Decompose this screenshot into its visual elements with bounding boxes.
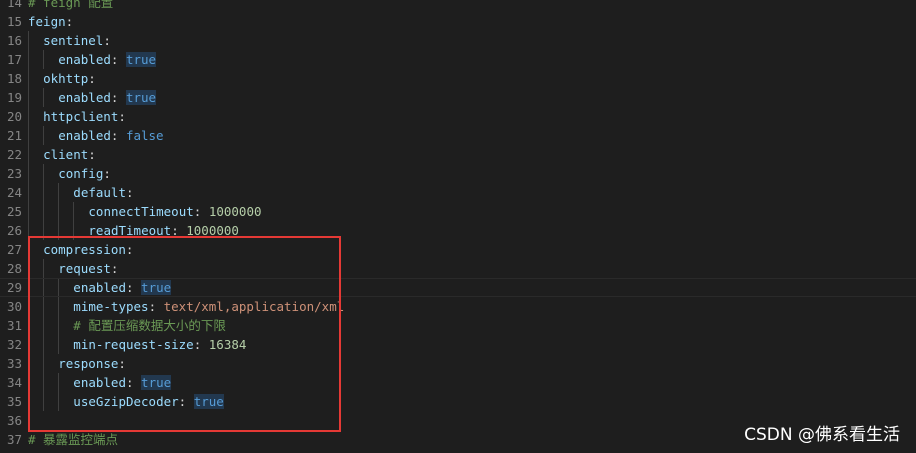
line-number: 29 [6,280,22,295]
code-line[interactable]: 15 feign: [0,12,916,31]
indent-guide [28,164,29,183]
yaml-value: false [125,128,164,143]
line-number: 35 [6,394,22,409]
line-number: 20 [6,109,22,124]
line-number: 25 [6,204,22,219]
indent-guide [28,126,29,145]
colon: : [88,71,96,86]
colon: : [65,14,74,29]
indent-guide [28,183,29,202]
line-number: 15 [6,14,22,29]
line-number: 14 [6,0,22,10]
yaml-key: default [73,185,126,200]
indent-guide [28,202,29,221]
line-number: 16 [6,33,22,48]
indent-guide [28,145,29,164]
colon: : [103,166,111,181]
line-number: 21 [6,128,22,143]
yaml-key: sentinel [43,33,104,48]
colon: : [110,128,126,143]
line-code: httpclient: [28,107,916,126]
line-code: sentinel: [28,31,916,50]
code-line[interactable]: 18 okhttp: [0,69,916,88]
code-line[interactable]: 19 enabled: true [0,88,916,107]
yaml-key: enabled [58,128,111,143]
colon: : [193,204,209,219]
line-code: enabled: false [28,126,916,145]
line-code: enabled: true [28,88,916,107]
line-number: 36 [6,413,22,428]
yaml-key: config [58,166,104,181]
indent-guide [28,88,29,107]
code-line[interactable]: 23 config: [0,164,916,183]
yaml-key: enabled [58,52,111,67]
line-code: # feign 配置 [28,0,916,12]
colon: : [118,109,126,124]
indent-guide [28,69,29,88]
indent-guide [43,50,45,69]
line-number: 24 [6,185,22,200]
yaml-key: client [43,147,89,162]
code-editor[interactable]: 14 # feign 配置 15 feign: 16 sentinel: 17 enabled… [0,0,916,453]
colon: : [103,33,111,48]
line-code: enabled: true [28,50,916,69]
comment-text: # feign 配置 [28,0,114,10]
indent-guide [43,202,45,221]
colon: : [110,52,126,67]
line-code: config: [28,164,916,183]
yaml-key: connectTimeout [88,204,194,219]
yaml-key: feign [28,14,66,29]
indent-guide [43,88,45,107]
line-number: 33 [6,356,22,371]
indent-guide [58,183,60,202]
yaml-value: true [125,52,157,67]
indent-guide [58,202,60,221]
colon: : [110,90,126,105]
yaml-value: true [125,90,157,105]
indent-guide [28,50,29,69]
indent-guide [43,164,45,183]
indent-guide [73,202,75,221]
annotation-box [28,236,341,432]
comment-text: # 暴露监控端点 [28,432,119,447]
yaml-key: httpclient [43,109,119,124]
line-number: 19 [6,90,22,105]
code-line[interactable]: 16 sentinel: [0,31,916,50]
line-number: 17 [6,52,22,67]
yaml-key: okhttp [43,71,89,86]
line-code: client: [28,145,916,164]
line-number: 32 [6,337,22,352]
line-code: connectTimeout: 1000000 [28,202,916,221]
code-line[interactable]: 22 client: [0,145,916,164]
line-code: default: [28,183,916,202]
colon: : [125,185,134,200]
code-line[interactable]: 17 enabled: true [0,50,916,69]
line-number: 27 [6,242,22,257]
line-number: 18 [6,71,22,86]
indent-guide [43,183,45,202]
indent-guide [28,107,29,126]
line-number: 23 [6,166,22,181]
code-line[interactable]: 14 # feign 配置 [0,0,916,12]
code-line[interactable]: 24 default: [0,183,916,202]
yaml-key: enabled [58,90,111,105]
line-number: 28 [6,261,22,276]
indent-guide [43,126,45,145]
watermark: CSDN @佛系看生活 [744,425,900,445]
yaml-value: 1000000 [208,204,262,219]
line-number: 26 [6,223,22,238]
code-line[interactable]: 21 enabled: false [0,126,916,145]
line-number: 37 [6,432,22,447]
indent-guide [28,31,29,50]
line-number: 30 [6,299,22,314]
line-code: feign: [28,12,916,31]
code-line[interactable]: 20 httpclient: [0,107,916,126]
line-number: 34 [6,375,22,390]
code-line[interactable]: 25 connectTimeout: 1000000 [0,202,916,221]
line-number: 31 [6,318,22,333]
line-number: 22 [6,147,22,162]
colon: : [88,147,96,162]
line-code: okhttp: [28,69,916,88]
